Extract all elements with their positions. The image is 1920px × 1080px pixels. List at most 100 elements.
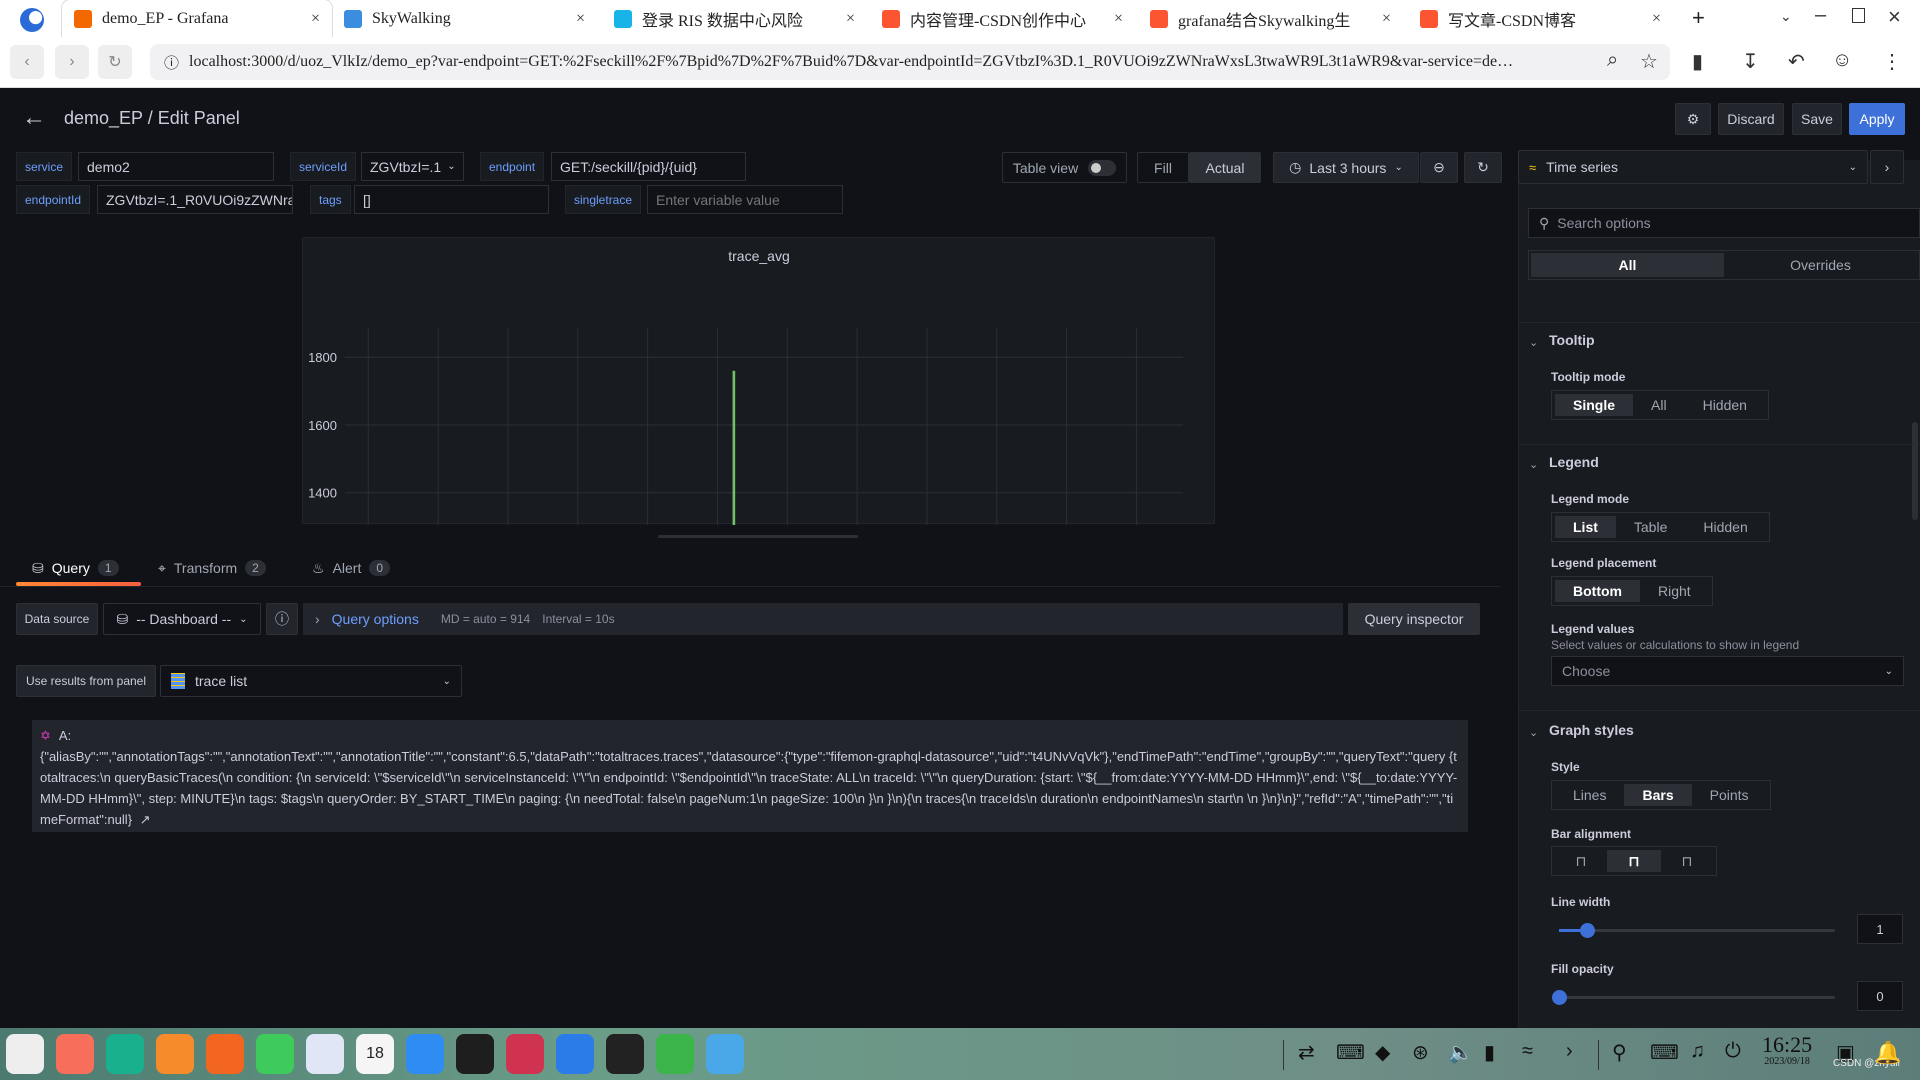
app-store-app-icon[interactable] <box>156 1034 194 1074</box>
browser-tab[interactable]: grafana结合Skywalking生 × <box>1138 0 1403 37</box>
radio-option-bars[interactable]: Bars <box>1624 784 1692 806</box>
var-service-input[interactable]: demo2 <box>78 152 274 181</box>
forward-button[interactable]: › <box>55 45 89 79</box>
fill-button[interactable]: Fill <box>1137 152 1189 183</box>
download-icon[interactable]: ↧ <box>1742 49 1759 74</box>
chevron-down-icon[interactable]: ⌄ <box>1529 336 1538 349</box>
panel-settings-button[interactable]: ⚙ <box>1675 103 1711 135</box>
var-singletrace-input[interactable] <box>647 185 843 214</box>
panel-results-picker[interactable]: trace list ⌄ <box>160 665 462 697</box>
slider-thumb[interactable] <box>1579 923 1595 938</box>
document-app-icon[interactable] <box>306 1034 344 1074</box>
launcher-app-icon[interactable] <box>6 1034 44 1074</box>
music-app-icon[interactable] <box>256 1034 294 1074</box>
tab-all[interactable]: All <box>1531 253 1724 277</box>
line-width-slider[interactable] <box>1559 923 1835 938</box>
intellij-app-icon[interactable] <box>606 1034 644 1074</box>
bookmark-star-icon[interactable]: ☆ <box>1640 49 1658 74</box>
query-options-bar[interactable]: › Query options MD = auto = 914 Interval… <box>303 603 1343 635</box>
fill-opacity-input[interactable]: 0 <box>1857 981 1903 1011</box>
search-icon[interactable]: ⚲ <box>1612 1040 1627 1065</box>
save-button[interactable]: Save <box>1792 103 1842 135</box>
close-tab-icon[interactable]: × <box>1652 10 1661 28</box>
apply-button[interactable]: Apply <box>1849 103 1905 135</box>
query-inspector-button[interactable]: Query inspector <box>1348 603 1480 635</box>
image-viewer-app-icon[interactable] <box>206 1034 244 1074</box>
power-icon[interactable]: ⏻ <box>1725 1040 1741 1063</box>
zoom-icon[interactable]: ⌕ <box>1607 49 1618 72</box>
radio-option-hidden[interactable]: Hidden <box>1685 516 1765 538</box>
restore-button[interactable] <box>1852 8 1865 23</box>
legend-values-select[interactable]: Choose ⌄ <box>1551 656 1904 686</box>
wps-app-icon[interactable] <box>656 1034 694 1074</box>
url-input[interactable]: ⓘ localhost:3000/d/uoz_VlkIz/demo_ep?var… <box>150 44 1670 80</box>
toggle-switch[interactable] <box>1088 159 1117 176</box>
extension-icon[interactable]: ▮ <box>1692 49 1703 74</box>
chevron-down-icon[interactable]: ⌄ <box>1529 726 1538 739</box>
new-tab-button[interactable]: + <box>1692 5 1705 31</box>
terminal-app-icon[interactable] <box>506 1034 544 1074</box>
radio-option-points[interactable]: Points <box>1692 784 1767 806</box>
browser-tab[interactable]: 写文章-CSDN博客 × <box>1408 0 1673 37</box>
file-manager-app-icon[interactable] <box>106 1034 144 1074</box>
fill-opacity-slider[interactable] <box>1552 990 1835 1005</box>
clock[interactable]: 16:25 2023/09/18 <box>1762 1034 1812 1068</box>
close-tab-icon[interactable]: × <box>1114 10 1123 28</box>
section-legend[interactable]: Legend <box>1549 454 1599 470</box>
dingtalk-tray-icon[interactable]: ◆ <box>1375 1040 1390 1065</box>
external-link-icon[interactable]: ↗ <box>140 812 151 827</box>
var-endpoint-input[interactable]: GET:/seckill/{pid}/{uid} <box>551 152 746 181</box>
tab-query[interactable]: ⛁ Query 1 <box>32 550 119 586</box>
radio-option-hidden[interactable]: Hidden <box>1685 394 1765 416</box>
browser-tab[interactable]: demo_EP - Grafana × <box>62 0 332 37</box>
close-tab-icon[interactable]: × <box>576 10 585 28</box>
help-icon[interactable]: ⓘ <box>266 603 298 635</box>
bar-align-before-icon[interactable]: ⊓ <box>1555 850 1607 872</box>
time-range-picker[interactable]: ◷ Last 3 hours ⌄ <box>1273 152 1419 183</box>
volume-mute-icon[interactable]: 🔈 <box>1448 1040 1473 1065</box>
close-window-button[interactable]: × <box>1888 4 1901 30</box>
browser-tab[interactable]: 内容管理-CSDN创作中心 × <box>870 0 1135 37</box>
line-width-input[interactable]: 1 <box>1857 914 1903 944</box>
browser-tab[interactable]: SkyWalking × <box>332 0 597 37</box>
wifi-icon[interactable]: ≈ <box>1522 1040 1533 1063</box>
radio-option-all[interactable]: All <box>1633 394 1685 416</box>
minimize-button[interactable]: – <box>1815 4 1826 27</box>
input-method-icon[interactable]: ⌨ <box>1336 1040 1365 1065</box>
radio-option-table[interactable]: Table <box>1616 516 1685 538</box>
browser-app-icon[interactable] <box>456 1034 494 1074</box>
collapse-options-button[interactable]: › <box>1870 150 1904 184</box>
voice-assistant-icon[interactable]: ♫ <box>1690 1040 1705 1063</box>
tab-overrides[interactable]: Overrides <box>1724 253 1917 277</box>
slider-thumb[interactable] <box>1552 990 1567 1005</box>
actual-button[interactable]: Actual <box>1189 152 1261 183</box>
search-options-input[interactable]: ⚲ Search options <box>1528 208 1920 238</box>
radio-option-single[interactable]: Single <box>1555 394 1634 416</box>
var-serviceid-select[interactable]: ZGVtbzI=.1 ⌄ <box>361 152 464 181</box>
radio-option-list[interactable]: List <box>1555 516 1616 538</box>
profile-icon[interactable]: ☺ <box>1832 49 1852 72</box>
bluetooth-icon[interactable]: ⊛ <box>1412 1040 1429 1065</box>
close-tab-icon[interactable]: × <box>311 10 320 28</box>
query-options-link[interactable]: Query options <box>332 611 419 627</box>
editor-app-icon[interactable] <box>556 1034 594 1074</box>
tab-transform[interactable]: ⌖ Transform 2 <box>158 550 266 586</box>
info-icon[interactable]: ⓘ <box>164 52 179 73</box>
menu-icon[interactable]: ⋮ <box>1882 49 1902 74</box>
keyboard-icon[interactable]: ⌨ <box>1650 1040 1679 1065</box>
radio-option-lines[interactable]: Lines <box>1555 784 1624 806</box>
network-transfer-icon[interactable]: ⇄ <box>1298 1040 1315 1065</box>
table-view-toggle[interactable]: Table view <box>1002 152 1127 183</box>
tab-list-chevron-icon[interactable]: ⌄ <box>1780 8 1792 25</box>
refresh-button[interactable]: ↻ <box>1464 152 1502 183</box>
discard-button[interactable]: Discard <box>1718 103 1784 135</box>
notification-bell-icon[interactable]: 🔔 <box>1874 1040 1901 1066</box>
resize-splitter[interactable] <box>658 535 858 538</box>
tab-alert[interactable]: ♨ Alert 0 <box>312 550 391 586</box>
bar-align-after-icon[interactable]: ⊓ <box>1661 850 1713 872</box>
section-graph-styles[interactable]: Graph styles <box>1549 722 1634 738</box>
calendar-app-icon[interactable]: 18 <box>356 1034 394 1074</box>
back-button[interactable]: ‹ <box>10 45 44 79</box>
back-arrow-icon[interactable]: ← <box>22 104 46 132</box>
close-tab-icon[interactable]: × <box>1382 10 1391 28</box>
